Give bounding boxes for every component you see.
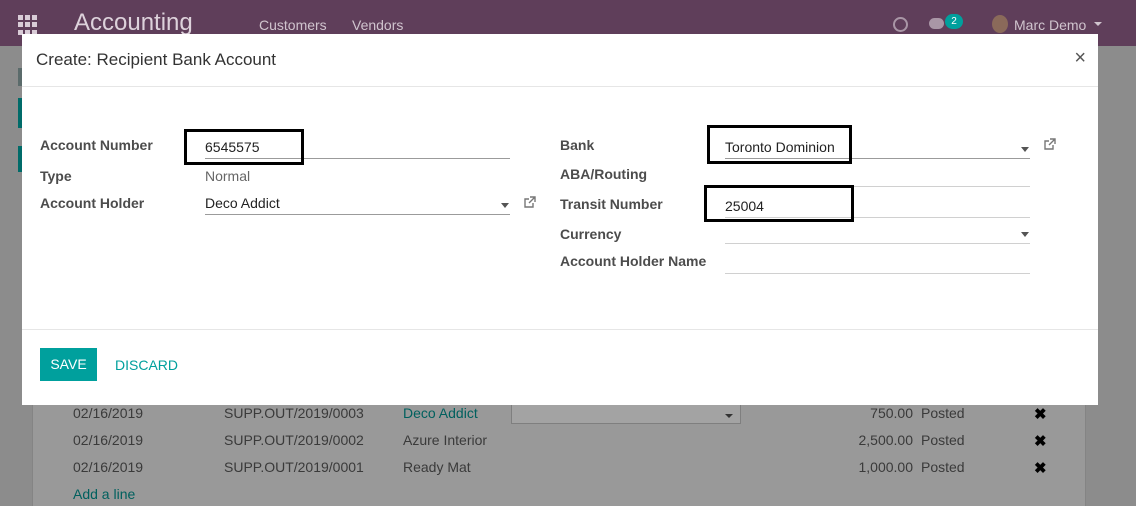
payment-status: Posted — [921, 405, 965, 421]
aba-routing-label: ABA/Routing — [560, 166, 648, 182]
payment-reference: SUPP.OUT/2019/0001 — [224, 459, 364, 475]
modal-footer: SAVE DISCARD — [22, 329, 1098, 405]
chevron-down-icon[interactable] — [501, 203, 509, 208]
bank-label: Bank — [560, 137, 595, 153]
account-holder-select[interactable]: Deco Addict — [205, 193, 510, 215]
delete-row-icon[interactable]: ✖ — [1034, 459, 1047, 477]
chat-icon[interactable] — [929, 18, 944, 29]
chevron-down-icon[interactable] — [1021, 147, 1029, 152]
currency-label: Currency — [560, 226, 622, 242]
discard-button[interactable]: DISCARD — [115, 357, 178, 373]
account-number-label: Account Number — [40, 137, 153, 153]
apps-menu-icon[interactable] — [18, 15, 38, 35]
avatar[interactable] — [992, 15, 1008, 33]
currency-select[interactable] — [725, 222, 1030, 244]
payment-amount: 750.00 — [870, 405, 913, 421]
account-holder-value: Deco Addict — [205, 195, 280, 211]
payment-reference: SUPP.OUT/2019/0003 — [224, 405, 364, 421]
activity-clock-icon[interactable] — [893, 17, 908, 32]
account-holder-name-label: Account Holder Name — [560, 253, 707, 269]
highlight-box — [184, 129, 304, 165]
highlight-box — [707, 125, 852, 164]
transit-number-label: Transit Number — [560, 196, 663, 212]
menu-customers[interactable]: Customers — [259, 17, 327, 33]
payment-date: 02/16/2019 — [73, 459, 144, 475]
payment-amount: 1,000.00 — [858, 459, 914, 475]
add-line-link[interactable]: Add a line — [73, 486, 135, 502]
menu-vendors[interactable]: Vendors — [352, 17, 403, 33]
payment-status: Posted — [921, 459, 965, 475]
create-bank-account-dialog: Create: Recipient Bank Account × Account… — [22, 34, 1098, 405]
table-row[interactable]: 02/16/2019 SUPP.OUT/2019/0002 Azure Inte… — [33, 427, 1087, 454]
payment-date: 02/16/2019 — [73, 432, 144, 448]
user-menu[interactable]: Marc Demo — [1014, 17, 1086, 33]
external-link-icon[interactable] — [1043, 138, 1056, 151]
modal-header: Create: Recipient Bank Account × — [22, 34, 1098, 87]
table-row[interactable]: 02/16/2019 SUPP.OUT/2019/0001 Ready Mat … — [33, 454, 1087, 481]
app-title: Accounting — [74, 9, 193, 36]
bank-account-select[interactable] — [511, 402, 741, 424]
external-link-icon[interactable] — [523, 196, 536, 209]
type-label: Type — [40, 168, 72, 184]
chevron-down-icon[interactable] — [1094, 22, 1102, 26]
delete-row-icon[interactable]: ✖ — [1034, 432, 1047, 450]
payment-amount: 2,500.00 — [858, 432, 914, 448]
aba-routing-input[interactable] — [725, 165, 1030, 187]
delete-row-icon[interactable]: ✖ — [1034, 405, 1047, 423]
payment-partner: Ready Mat — [403, 459, 471, 475]
payment-date: 02/16/2019 — [73, 405, 144, 421]
account-holder-name-input[interactable] — [725, 252, 1030, 274]
save-button[interactable]: SAVE — [40, 348, 97, 381]
modal-title: Create: Recipient Bank Account — [36, 50, 277, 69]
chat-count-badge: 2 — [945, 14, 963, 29]
chevron-down-icon[interactable] — [1021, 232, 1029, 237]
payment-reference: SUPP.OUT/2019/0002 — [224, 432, 364, 448]
payment-status: Posted — [921, 432, 965, 448]
account-holder-label: Account Holder — [40, 195, 145, 211]
chevron-down-icon — [725, 414, 733, 418]
close-icon[interactable]: × — [1074, 48, 1086, 68]
payment-partner-link[interactable]: Deco Addict — [403, 405, 478, 421]
payment-partner: Azure Interior — [403, 432, 488, 448]
type-value: Normal — [205, 168, 251, 184]
highlight-box — [704, 185, 854, 222]
